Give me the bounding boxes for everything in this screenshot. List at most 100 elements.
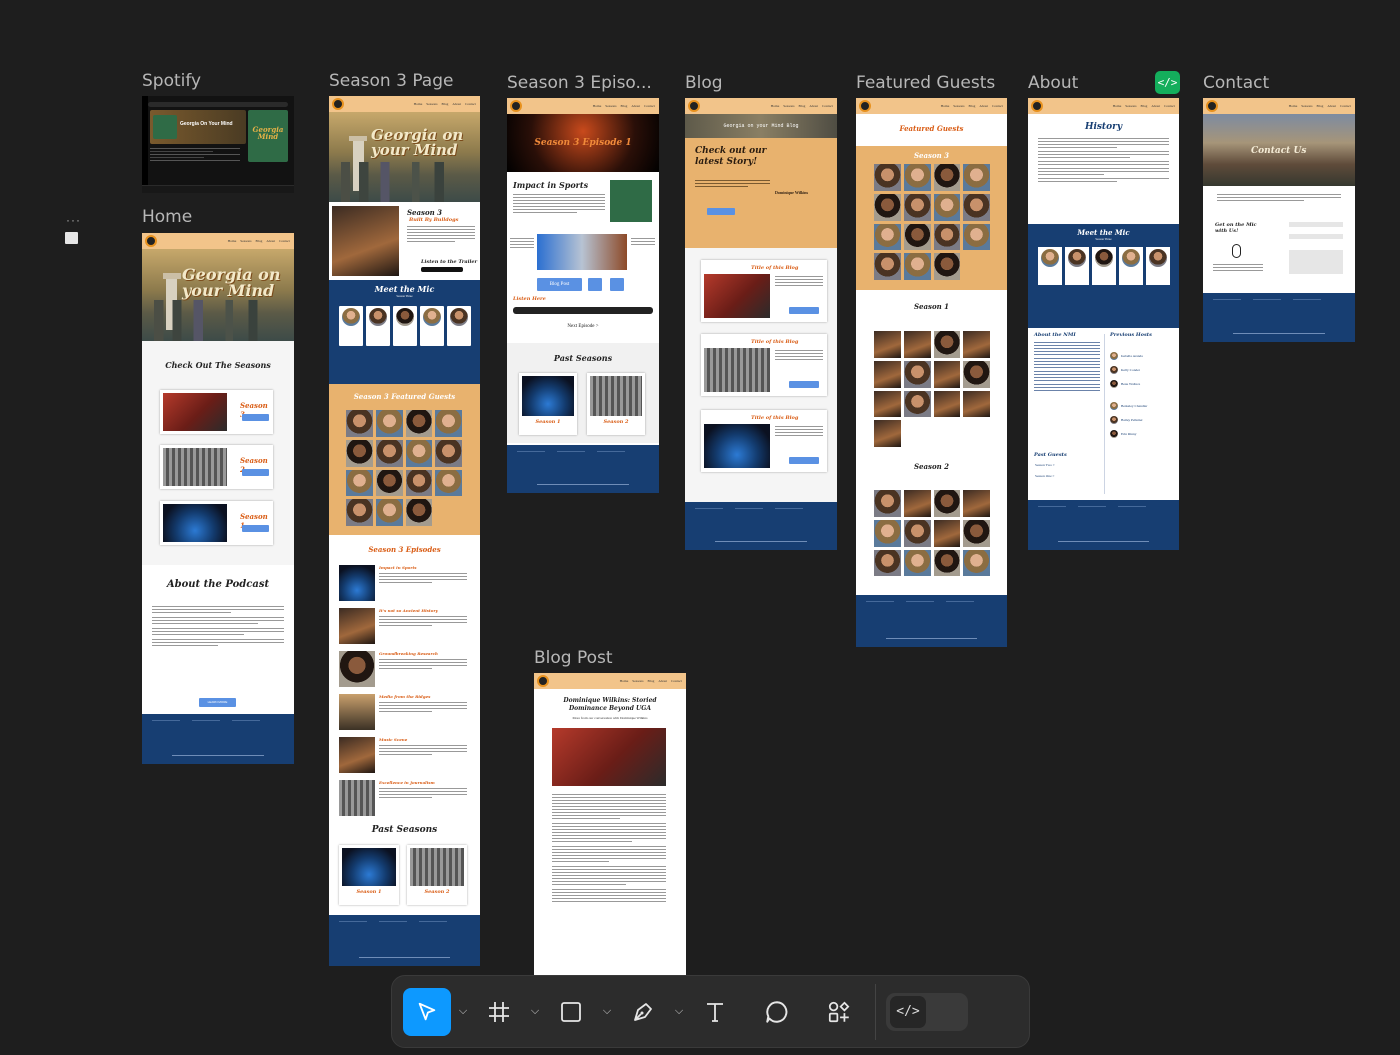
episode-item[interactable]: It's not so Ancient History bbox=[339, 608, 467, 644]
logo-icon[interactable] bbox=[859, 100, 871, 112]
nav-blog[interactable]: Blog bbox=[621, 104, 628, 108]
spotify-search-bar[interactable] bbox=[148, 102, 288, 107]
spotify-frame[interactable]: Georgia On Your Mind Georgia Mind bbox=[142, 96, 294, 193]
logo-icon[interactable] bbox=[1031, 100, 1043, 112]
contact-name-input[interactable] bbox=[1289, 222, 1343, 227]
spotify-player-bar[interactable] bbox=[142, 185, 294, 193]
nav-home[interactable]: Home bbox=[771, 104, 780, 108]
learn-more-button[interactable]: LEARN MORE bbox=[199, 698, 236, 707]
logo-icon[interactable] bbox=[510, 100, 522, 112]
nav-seasons[interactable]: Seasons bbox=[632, 679, 643, 683]
move-tool[interactable] bbox=[403, 987, 451, 1036]
nav-contact[interactable]: Contact bbox=[671, 679, 682, 683]
season2-learn-more[interactable] bbox=[242, 469, 269, 476]
nav-about[interactable]: About bbox=[1327, 104, 1336, 108]
past-guests-season-two[interactable]: Season Two > bbox=[1035, 463, 1055, 467]
host-card[interactable] bbox=[338, 306, 363, 346]
past-season1-card[interactable]: Season 1 bbox=[339, 845, 399, 905]
nav-seasons[interactable]: Seasons bbox=[240, 239, 251, 243]
nav-about[interactable]: About bbox=[631, 104, 640, 108]
trailer-audio-player[interactable] bbox=[421, 267, 463, 272]
frame-label-featured-guests[interactable]: Featured Guests bbox=[856, 73, 995, 93]
note-thumbnail[interactable] bbox=[65, 232, 78, 244]
home-season3-card[interactable]: Season 3 bbox=[160, 390, 273, 434]
nav-seasons[interactable]: Seasons bbox=[605, 104, 616, 108]
host-card[interactable] bbox=[446, 306, 471, 346]
nav-blog[interactable]: Blog bbox=[442, 102, 449, 106]
home-season2-card[interactable]: Season 2 bbox=[160, 445, 273, 489]
home-season1-card[interactable]: Season 1 bbox=[160, 501, 273, 545]
nav-about[interactable]: About bbox=[266, 239, 275, 243]
actions-tool[interactable] bbox=[815, 988, 863, 1036]
more-icon[interactable]: ··· bbox=[66, 213, 81, 227]
frame-label-blog[interactable]: Blog bbox=[685, 73, 723, 93]
logo-icon[interactable] bbox=[537, 675, 549, 687]
nav-blog[interactable]: Blog bbox=[799, 104, 806, 108]
episode-item[interactable]: Media from the Ridges bbox=[339, 694, 467, 730]
episode-item[interactable]: Impact in Sports bbox=[339, 565, 467, 601]
host-card[interactable] bbox=[365, 306, 390, 346]
nav-home[interactable]: Home bbox=[228, 239, 237, 243]
logo-icon[interactable] bbox=[332, 98, 344, 110]
nav-seasons[interactable]: Seasons bbox=[1125, 104, 1136, 108]
contact-message-input[interactable] bbox=[1289, 250, 1343, 274]
nav-contact[interactable]: Contact bbox=[465, 102, 476, 106]
shape-tool[interactable] bbox=[547, 988, 595, 1036]
dev-mode-toggle[interactable]: </> bbox=[886, 992, 968, 1031]
nav-home[interactable]: Home bbox=[593, 104, 602, 108]
nav-home[interactable]: Home bbox=[1289, 104, 1298, 108]
frame-tool-chevron-down-icon[interactable]: ⌵ bbox=[523, 988, 547, 1036]
text-tool[interactable] bbox=[691, 988, 739, 1036]
frame-label-spotify[interactable]: Spotify bbox=[142, 71, 201, 91]
season3-episode-frame[interactable]: Home Seasons Blog About Contact Season 3 Epi… bbox=[507, 98, 659, 493]
frame-label-season3-page[interactable]: Season 3 Page bbox=[329, 71, 453, 91]
nav-contact[interactable]: Contact bbox=[822, 104, 833, 108]
episode-item[interactable]: Excellence in Journalism bbox=[339, 780, 467, 816]
frame-label-about[interactable]: About bbox=[1028, 73, 1078, 93]
nav-contact[interactable]: Contact bbox=[1164, 104, 1175, 108]
comment-tool[interactable] bbox=[753, 988, 801, 1036]
nav-home[interactable]: Home bbox=[620, 679, 629, 683]
frame-label-home[interactable]: Home bbox=[142, 207, 192, 227]
episode-item[interactable]: Music Scene bbox=[339, 737, 467, 773]
season1-learn-more[interactable] bbox=[242, 525, 269, 532]
dev-ready-badge-icon[interactable]: </> bbox=[1155, 71, 1180, 94]
ep-audio-player[interactable] bbox=[513, 307, 653, 314]
season3-learn-more[interactable] bbox=[242, 414, 269, 421]
home-frame[interactable]: Home Seasons Blog About Contact Georgia on y… bbox=[142, 233, 294, 764]
nav-contact[interactable]: Contact bbox=[1340, 104, 1351, 108]
nav-seasons[interactable]: Seasons bbox=[783, 104, 794, 108]
logo-icon[interactable] bbox=[1206, 100, 1218, 112]
contact-email-input[interactable] bbox=[1289, 234, 1343, 239]
host-card[interactable] bbox=[419, 306, 444, 346]
nav-about[interactable]: About bbox=[809, 104, 818, 108]
ep-blog-post-button[interactable]: Blog Post bbox=[537, 278, 582, 291]
nav-seasons[interactable]: Seasons bbox=[426, 102, 437, 106]
logo-icon[interactable] bbox=[145, 235, 157, 247]
ep-share-button[interactable] bbox=[588, 278, 602, 291]
nav-contact[interactable]: Contact bbox=[992, 104, 1003, 108]
episode-item[interactable]: Groundbreaking Research bbox=[339, 651, 467, 687]
blog-card-1[interactable]: Title of this Blog bbox=[701, 260, 827, 322]
frame-tool[interactable] bbox=[475, 988, 523, 1036]
ep-apple-button[interactable] bbox=[610, 278, 624, 291]
nav-about[interactable]: About bbox=[1151, 104, 1160, 108]
nav-blog[interactable]: Blog bbox=[1317, 104, 1324, 108]
blog-frame[interactable]: Home Seasons Blog About Contact Georgia on y… bbox=[685, 98, 837, 550]
season3-page-frame[interactable]: Home Seasons Blog About Contact Georgia on y… bbox=[329, 96, 480, 966]
about-frame[interactable]: Home Seasons Blog About Contact History Meet… bbox=[1028, 98, 1179, 550]
blog-cta-read-more[interactable] bbox=[707, 208, 735, 215]
frame-label-contact[interactable]: Contact bbox=[1203, 73, 1269, 93]
ep-past-season1-card[interactable]: Season 1 bbox=[519, 373, 577, 435]
pen-tool[interactable] bbox=[619, 988, 667, 1036]
nav-blog[interactable]: Blog bbox=[648, 679, 655, 683]
logo-icon[interactable] bbox=[688, 100, 700, 112]
blog-post-frame[interactable]: Home Seasons Blog About Contact Dominique Wi… bbox=[534, 673, 686, 975]
nav-about[interactable]: About bbox=[979, 104, 988, 108]
nav-blog[interactable]: Blog bbox=[969, 104, 976, 108]
blog-card-3[interactable]: Title of this Blog bbox=[701, 410, 827, 472]
frame-label-season3-episode[interactable]: Season 3 Episo... bbox=[507, 73, 657, 93]
nav-seasons[interactable]: Seasons bbox=[953, 104, 964, 108]
nav-home[interactable]: Home bbox=[414, 102, 423, 106]
nav-blog[interactable]: Blog bbox=[256, 239, 263, 243]
